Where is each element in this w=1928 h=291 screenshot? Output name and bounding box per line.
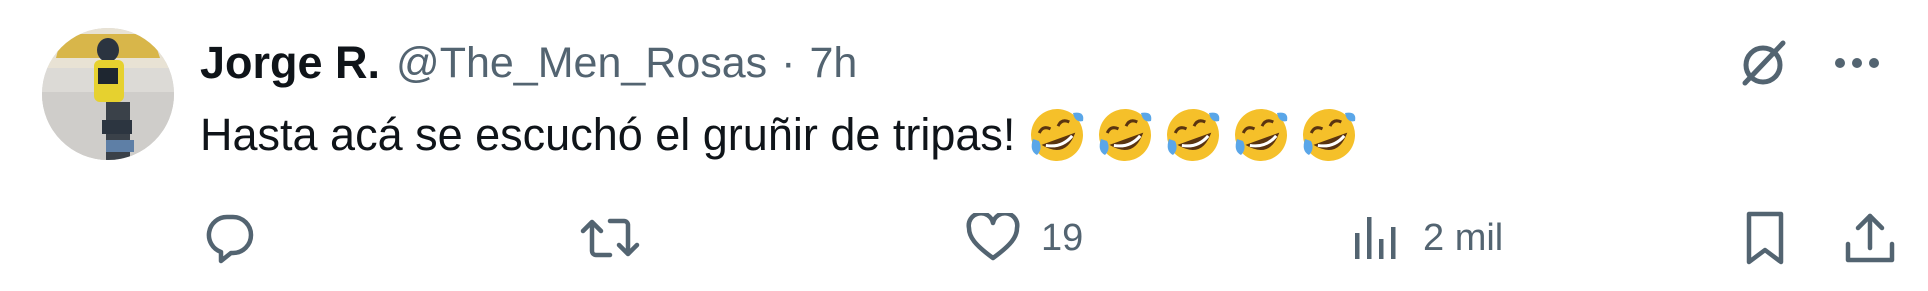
rolling-on-floor-laughing-icon (1099, 109, 1152, 161)
tweet-top-actions (1732, 32, 1888, 94)
rolling-on-floor-laughing-icon (1167, 109, 1220, 161)
reply-icon (200, 208, 260, 268)
views-count: 2 mil (1423, 216, 1504, 259)
share-button[interactable] (1840, 205, 1900, 271)
reply-button[interactable] (200, 205, 278, 271)
bookmark-icon (1735, 208, 1795, 268)
tweet-timestamp[interactable]: 7h (809, 39, 857, 88)
share-icon (1840, 208, 1900, 268)
views-icon (1345, 208, 1405, 268)
heart-icon (963, 208, 1023, 268)
author-name[interactable]: Jorge R. (200, 37, 380, 89)
more-options-icon[interactable] (1826, 32, 1888, 94)
avatar[interactable] (42, 28, 174, 160)
tweet-body: Hasta acá se escuchó el gruñir de tripas… (200, 100, 1367, 170)
retweet-button[interactable] (580, 205, 658, 271)
tweet-text: Hasta acá se escuchó el gruñir de tripas… (200, 109, 1016, 160)
emoji-group (1027, 105, 1367, 165)
rolling-on-floor-laughing-icon (1235, 109, 1288, 161)
bookmark-button[interactable] (1735, 205, 1795, 271)
like-button[interactable]: 19 (963, 205, 1083, 271)
avatar-image (42, 28, 174, 160)
grok-icon[interactable] (1732, 32, 1794, 94)
rolling-on-floor-laughing-icon (1303, 109, 1356, 161)
tweet[interactable]: Jorge R. @The_Men_Rosas · 7h Hasta acá s… (0, 0, 1928, 291)
author-handle[interactable]: @The_Men_Rosas (396, 39, 767, 88)
like-count: 19 (1041, 216, 1084, 259)
views-button[interactable]: 2 mil (1345, 205, 1503, 271)
tweet-actions: 19 2 mil (0, 205, 1928, 271)
header-separator: · (781, 38, 796, 87)
tweet-header: Jorge R. @The_Men_Rosas · 7h (200, 34, 857, 92)
rolling-on-floor-laughing-icon (1031, 109, 1084, 161)
retweet-icon (580, 208, 640, 268)
